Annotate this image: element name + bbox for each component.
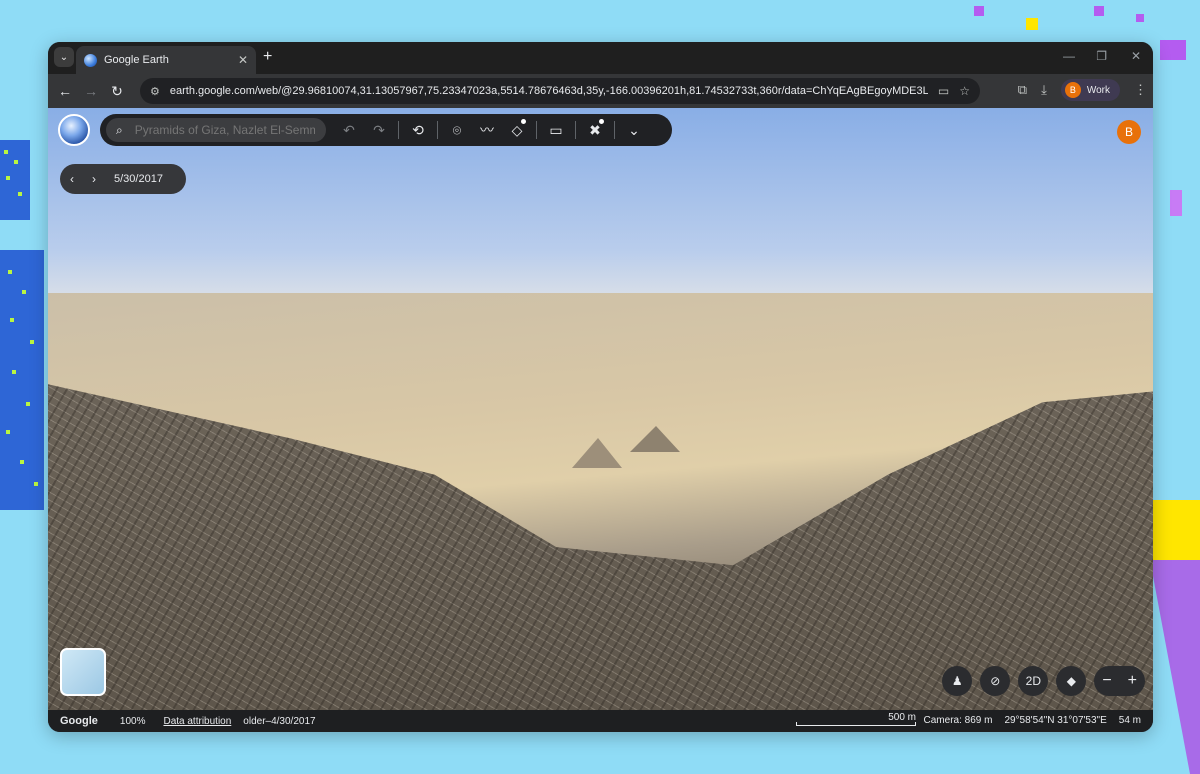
close-window-button[interactable]: ✕ bbox=[1131, 49, 1141, 63]
pyramid-khufu bbox=[572, 438, 622, 468]
next-date-button[interactable]: › bbox=[92, 172, 96, 186]
earth-favicon-icon bbox=[84, 53, 97, 67]
draw-path-icon[interactable]: 〰 bbox=[472, 120, 502, 140]
zoom-out-button[interactable]: − bbox=[1102, 672, 1111, 690]
imagery-date-control: ‹ › 5/30/2017 bbox=[60, 164, 186, 194]
search-input[interactable] bbox=[134, 123, 315, 137]
search-icon: ⌕ bbox=[116, 122, 123, 137]
view-mode-2d-button[interactable]: 2D bbox=[1018, 666, 1049, 696]
divider bbox=[575, 121, 576, 139]
new-tab-button[interactable]: + bbox=[263, 48, 272, 66]
profile-button[interactable]: B Work bbox=[1060, 79, 1120, 101]
zoom-level: 100% bbox=[119, 715, 146, 727]
search-field[interactable]: ⌕ bbox=[106, 118, 326, 142]
earth-toolbar: ⌕ ↶ ↷ ⟲ ⌾ 〰 ◇ ▭ ✖ ⌄ bbox=[100, 114, 672, 146]
coordinates: 29°58'54"N 31°07'53"E bbox=[1004, 715, 1107, 726]
address-bar[interactable]: ⚙ earth.google.com/web/@29.96810074,31.1… bbox=[140, 78, 980, 104]
toolbar-actions: ⧉ ⤓ B Work ⋮ bbox=[1018, 79, 1147, 101]
historical-imagery-icon[interactable]: ⟲ bbox=[403, 122, 433, 139]
street-view-pegman-icon[interactable]: ♟ bbox=[942, 666, 973, 696]
pixel-art-decoration bbox=[1150, 40, 1200, 774]
tab-strip: ⌄ Google Earth ✕ + — ❐ ✕ bbox=[48, 42, 1153, 74]
map-layers-icon[interactable]: ◇ bbox=[502, 118, 532, 139]
browser-window: ⌄ Google Earth ✕ + — ❐ ✕ ← → ↻ ⚙ earth.g… bbox=[48, 42, 1153, 732]
google-earth-logo[interactable] bbox=[58, 114, 90, 146]
pixel-art-decoration bbox=[0, 140, 44, 510]
earth-status-bar: Google 100% Data attribution older–4/30/… bbox=[48, 710, 1153, 732]
add-placemark-icon[interactable]: ⌾ bbox=[442, 122, 472, 139]
scale-line bbox=[796, 722, 916, 726]
pyramid-khafre bbox=[630, 426, 680, 452]
extensions-icon[interactable]: ⧉ bbox=[1018, 82, 1027, 98]
site-settings-icon[interactable]: ⚙ bbox=[150, 85, 160, 98]
url-text[interactable]: earth.google.com/web/@29.96810074,31.130… bbox=[170, 85, 928, 97]
measure-icon[interactable]: ▭ bbox=[541, 122, 571, 139]
tab-search-button[interactable]: ⌄ bbox=[54, 47, 74, 67]
notification-dot bbox=[521, 118, 526, 124]
tab-title: Google Earth bbox=[104, 54, 169, 66]
divider bbox=[536, 121, 537, 139]
avatar: B bbox=[1064, 82, 1081, 98]
elevation: 54 m bbox=[1118, 715, 1141, 726]
camera-altitude: Camera: 869 m bbox=[923, 715, 993, 726]
zoom-control: − + bbox=[1094, 666, 1145, 696]
imagery-date: 5/30/2017 bbox=[114, 173, 163, 185]
divider bbox=[437, 121, 438, 139]
minimize-button[interactable]: — bbox=[1063, 49, 1075, 63]
zoom-in-button[interactable]: + bbox=[1128, 672, 1137, 690]
data-attribution-link[interactable]: Data attribution bbox=[163, 716, 231, 727]
scale-bar: 500 m bbox=[796, 712, 916, 726]
forward-button[interactable]: → bbox=[78, 83, 104, 99]
undo-button[interactable]: ↶ bbox=[334, 122, 364, 139]
reload-button[interactable]: ↻ bbox=[104, 83, 130, 100]
avatar[interactable]: B bbox=[1117, 120, 1141, 144]
chevron-down-icon[interactable]: ⌄ bbox=[619, 122, 649, 139]
browser-toolbar: ← → ↻ ⚙ earth.google.com/web/@29.9681007… bbox=[48, 74, 1153, 108]
minimap-thumbnail[interactable] bbox=[60, 648, 106, 696]
pixel-art-decoration bbox=[974, 6, 1144, 30]
map-controls: ♟ ⊘ 2D ◆ − + bbox=[942, 666, 1145, 696]
imagery-date-range: older–4/30/2017 bbox=[243, 715, 316, 727]
compass-icon[interactable]: ⊘ bbox=[980, 666, 1011, 696]
previous-date-button[interactable]: ‹ bbox=[70, 172, 74, 186]
restore-button[interactable]: ❐ bbox=[1096, 49, 1107, 63]
divider bbox=[398, 121, 399, 139]
redo-button[interactable]: ↷ bbox=[364, 122, 394, 139]
bookmark-star-icon[interactable]: ☆ bbox=[959, 84, 970, 98]
tab-google-earth[interactable]: Google Earth ✕ bbox=[76, 46, 256, 74]
more-menu-icon[interactable]: ⋮ bbox=[1134, 82, 1147, 98]
close-icon[interactable]: ✕ bbox=[238, 53, 248, 67]
divider bbox=[614, 121, 615, 139]
download-icon[interactable]: ⤓ bbox=[1041, 82, 1047, 98]
camera-info: Camera: 869 m 29°58'54"N 31°07'53"E 54 m bbox=[924, 715, 1141, 726]
reset-tilt-icon[interactable]: ◆ bbox=[1056, 666, 1087, 696]
projects-tool-icon[interactable]: ✖ bbox=[580, 118, 610, 139]
profile-label: Work bbox=[1086, 84, 1110, 96]
google-logo: Google bbox=[60, 715, 98, 727]
back-button[interactable]: ← bbox=[52, 83, 78, 99]
cast-icon[interactable]: ▭ bbox=[938, 84, 949, 98]
notification-dot bbox=[599, 118, 604, 124]
earth-3d-viewport[interactable]: ⌕ ↶ ↷ ⟲ ⌾ 〰 ◇ ▭ ✖ ⌄ B ‹ › 5/30/2017 ♟ bbox=[48, 108, 1153, 710]
